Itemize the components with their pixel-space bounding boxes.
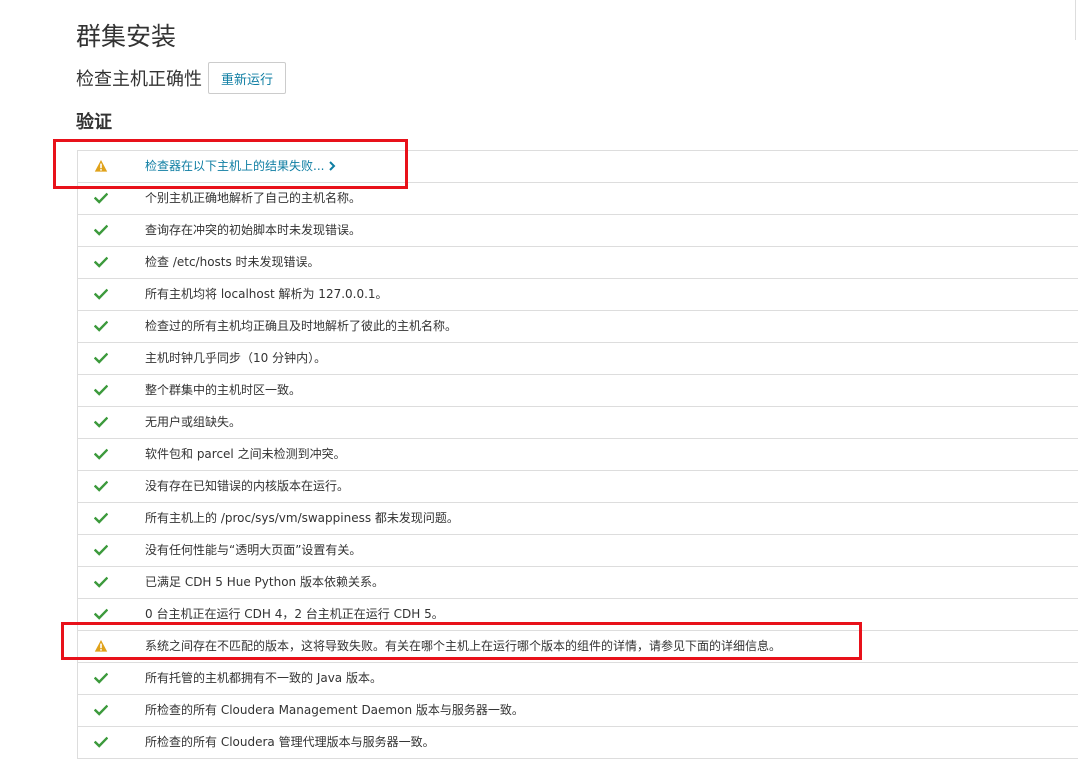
host-inspector-title: 检查主机正确性 (76, 69, 202, 90)
check-row-text: 检查过的所有主机均正确且及时地解析了彼此的主机名称。 (145, 311, 457, 342)
check-icon (94, 224, 108, 236)
check-icon (94, 512, 108, 524)
check-icon (94, 192, 108, 204)
check-row: 0 台主机正在运行 CDH 4，2 台主机正在运行 CDH 5。 (78, 599, 1078, 631)
check-row-text: 所有主机均将 localhost 解析为 127.0.0.1。 (145, 279, 388, 310)
check-row-label: 查询存在冲突的初始脚本时未发现错误。 (145, 223, 362, 237)
check-row: 所检查的所有 Cloudera Management Daemon 版本与服务器… (78, 695, 1078, 727)
check-row-text: 所检查的所有 Cloudera Management Daemon 版本与服务器… (145, 695, 524, 726)
check-row: 没有任何性能与“透明大页面”设置有关。 (78, 535, 1078, 567)
warning-triangle-icon (94, 160, 108, 172)
check-row-label: 系统之间存在不匹配的版本，这将导致失败。有关在哪个主机上在运行哪个版本的组件的详… (145, 639, 782, 653)
check-row-text: 系统之间存在不匹配的版本，这将导致失败。有关在哪个主机上在运行哪个版本的组件的详… (145, 631, 781, 662)
check-row-label: 软件包和 parcel 之间未检测到冲突。 (145, 447, 346, 461)
check-row-label: 0 台主机正在运行 CDH 4，2 台主机正在运行 CDH 5。 (145, 607, 444, 621)
check-row: 已满足 CDH 5 Hue Python 版本依赖关系。 (78, 567, 1078, 599)
check-row-label: 检查过的所有主机均正确且及时地解析了彼此的主机名称。 (145, 319, 458, 333)
check-row-label: 主机时钟几乎同步（10 分钟内）。 (145, 351, 327, 365)
failed-hosts-link[interactable]: 检查器在以下主机上的结果失败... (145, 151, 336, 182)
check-icon (94, 352, 108, 364)
page-title: 群集安装 (76, 22, 177, 51)
check-row-text: 所检查的所有 Cloudera 管理代理版本与服务器一致。 (145, 727, 435, 758)
check-row-label: 所检查的所有 Cloudera 管理代理版本与服务器一致。 (145, 735, 435, 749)
check-row-text: 检查 /etc/hosts 时未发现错误。 (145, 247, 320, 278)
check-row: 所有托管的主机都拥有不一致的 Java 版本。 (78, 663, 1078, 695)
check-row-text: 已满足 CDH 5 Hue Python 版本依赖关系。 (145, 567, 384, 598)
check-row-label: 所有主机上的 /proc/sys/vm/swappiness 都未发现问题。 (145, 511, 459, 525)
check-icon (94, 608, 108, 620)
check-icon (94, 704, 108, 716)
rerun-button[interactable]: 重新运行 (208, 62, 287, 94)
validation-check-list: 检查器在以下主机上的结果失败... 个别主机正确地解析了自己的主机名称。 查询存在冲… (77, 150, 1078, 759)
warning-triangle-icon (94, 640, 108, 652)
check-row-label: 没有任何性能与“透明大页面”设置有关。 (145, 543, 362, 557)
chevron-right-icon (329, 161, 336, 171)
check-row: 检查 /etc/hosts 时未发现错误。 (78, 247, 1078, 279)
check-row-label: 个别主机正确地解析了自己的主机名称。 (145, 191, 362, 205)
check-row: 所有主机均将 localhost 解析为 127.0.0.1。 (78, 279, 1078, 311)
check-row-text: 查询存在冲突的初始脚本时未发现错误。 (145, 215, 361, 246)
check-icon (94, 672, 108, 684)
check-row-label: 所检查的所有 Cloudera Management Daemon 版本与服务器… (145, 703, 524, 717)
check-row: 无用户或组缺失。 (78, 407, 1078, 439)
check-row: 没有存在已知错误的内核版本在运行。 (78, 471, 1078, 503)
check-row: 检查过的所有主机均正确且及时地解析了彼此的主机名称。 (78, 311, 1078, 343)
check-row-label: 整个群集中的主机时区一致。 (145, 383, 302, 397)
check-row: 整个群集中的主机时区一致。 (78, 375, 1078, 407)
check-row-label: 已满足 CDH 5 Hue Python 版本依赖关系。 (145, 575, 384, 589)
check-row: 主机时钟几乎同步（10 分钟内）。 (78, 343, 1078, 375)
check-row: 系统之间存在不匹配的版本，这将导致失败。有关在哪个主机上在运行哪个版本的组件的详… (78, 631, 1078, 663)
check-icon (94, 736, 108, 748)
check-row: 所检查的所有 Cloudera 管理代理版本与服务器一致。 (78, 727, 1078, 759)
check-row: 个别主机正确地解析了自己的主机名称。 (78, 183, 1078, 215)
check-icon (94, 544, 108, 556)
check-row-text: 没有存在已知错误的内核版本在运行。 (145, 471, 349, 502)
check-row-text: 所有主机上的 /proc/sys/vm/swappiness 都未发现问题。 (145, 503, 459, 534)
check-row-text: 没有任何性能与“透明大页面”设置有关。 (145, 535, 361, 566)
check-icon (94, 288, 108, 300)
check-row: 软件包和 parcel 之间未检测到冲突。 (78, 439, 1078, 471)
check-icon (94, 448, 108, 460)
check-row-text: 主机时钟几乎同步（10 分钟内）。 (145, 343, 326, 374)
check-row-label: 所有主机均将 localhost 解析为 127.0.0.1。 (145, 287, 388, 301)
check-row-text: 个别主机正确地解析了自己的主机名称。 (145, 183, 361, 214)
check-row-text: 0 台主机正在运行 CDH 4，2 台主机正在运行 CDH 5。 (145, 599, 444, 630)
check-row-text: 软件包和 parcel 之间未检测到冲突。 (145, 439, 346, 470)
check-row-label: 检查 /etc/hosts 时未发现错误。 (145, 255, 320, 269)
check-icon (94, 480, 108, 492)
check-row-label: 检查器在以下主机上的结果失败... (145, 159, 325, 173)
check-icon (94, 416, 108, 428)
check-row-text: 无用户或组缺失。 (145, 407, 241, 438)
check-icon (94, 256, 108, 268)
check-row-label: 所有托管的主机都拥有不一致的 Java 版本。 (145, 671, 382, 685)
check-row-label: 无用户或组缺失。 (145, 415, 242, 429)
check-icon (94, 384, 108, 396)
host-inspector-header: 检查主机正确性 重新运行 (76, 62, 287, 94)
check-row-text: 整个群集中的主机时区一致。 (145, 375, 301, 406)
check-row: 所有主机上的 /proc/sys/vm/swappiness 都未发现问题。 (78, 503, 1078, 535)
check-row: 查询存在冲突的初始脚本时未发现错误。 (78, 215, 1078, 247)
check-icon (94, 576, 108, 588)
check-row[interactable]: 检查器在以下主机上的结果失败... (78, 151, 1078, 183)
check-icon (94, 320, 108, 332)
check-row-text: 所有托管的主机都拥有不一致的 Java 版本。 (145, 663, 382, 694)
check-row-label: 没有存在已知错误的内核版本在运行。 (145, 479, 350, 493)
cluster-install-page: 群集安装 检查主机正确性 重新运行 验证 检查器在以下主机上的结果失败... 个别… (0, 0, 1078, 772)
validation-section-title: 验证 (76, 112, 112, 133)
scrollbar-edge (1075, 0, 1076, 40)
